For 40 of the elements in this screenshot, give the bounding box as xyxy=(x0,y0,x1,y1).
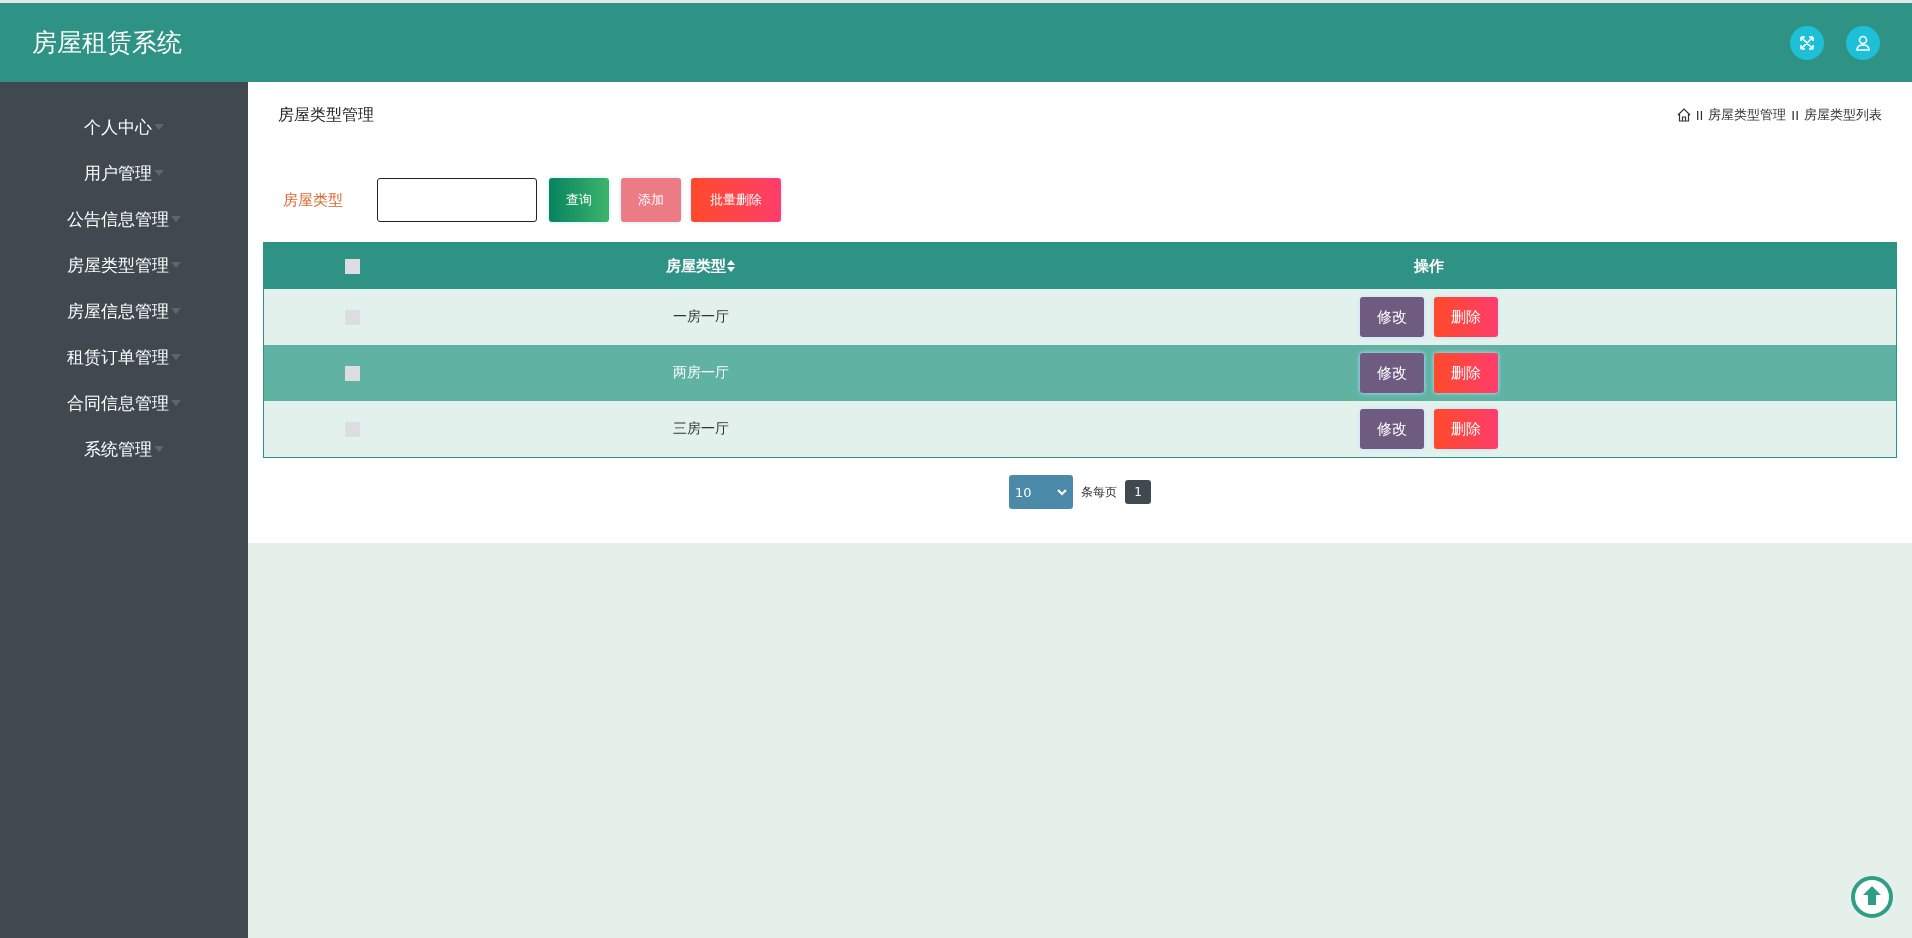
sidebar-item[interactable]: 租赁订单管理 xyxy=(0,334,248,380)
sidebar-item[interactable]: 个人中心 xyxy=(0,104,248,150)
sidebar-item[interactable]: 房屋类型管理 xyxy=(0,242,248,288)
delete-button[interactable]: 删除 xyxy=(1433,409,1498,449)
table-cell: 三房一厅 xyxy=(672,420,729,436)
table-cell: 一房一厅 xyxy=(672,308,729,324)
sidebar-item[interactable]: 公告信息管理 xyxy=(0,196,248,242)
sort-icon[interactable] xyxy=(727,260,735,272)
query-button[interactable]: 查询 xyxy=(549,178,609,222)
breadcrumb-item: II xyxy=(1695,107,1704,123)
delete-button[interactable]: 批量删除 xyxy=(691,178,781,222)
sidebar-item[interactable]: 系统管理 xyxy=(0,426,248,472)
sidebar-item[interactable]: 合同信息管理 xyxy=(0,380,248,426)
select-all-checkbox[interactable] xyxy=(344,259,360,274)
breadcrumb-item: 房屋类型列表 xyxy=(1804,106,1882,124)
delete-button[interactable]: 删除 xyxy=(1433,297,1498,337)
page-button[interactable]: 1 xyxy=(1125,480,1151,504)
search-field[interactable] xyxy=(377,178,537,222)
edit-button[interactable]: 修改 xyxy=(1359,409,1424,449)
row-checkbox[interactable] xyxy=(344,366,360,382)
page-size-select[interactable]: 10 xyxy=(1009,475,1073,509)
chevron-down-icon xyxy=(1057,488,1067,496)
column-header: 操作 xyxy=(1413,256,1444,275)
page-size-label: 条每页 xyxy=(1081,483,1117,501)
app-title: 房屋租赁系统 xyxy=(32,27,183,59)
edit-button[interactable]: 修改 xyxy=(1359,353,1424,393)
user-icon[interactable] xyxy=(1846,25,1880,60)
scroll-top-icon[interactable] xyxy=(1850,875,1894,919)
sidebar-item[interactable]: 用户管理 xyxy=(0,150,248,196)
fullscreen-icon[interactable] xyxy=(1790,25,1824,60)
table-cell: 两房一厅 xyxy=(672,364,729,380)
breadcrumb-item: II xyxy=(1791,107,1799,123)
sidebar-item[interactable]: 房屋信息管理 xyxy=(0,288,248,334)
column-header[interactable]: 房屋类型 xyxy=(666,256,726,276)
home-icon[interactable] xyxy=(1676,108,1691,122)
breadcrumb-item: 房屋类型管理 xyxy=(1708,106,1787,124)
delete-button[interactable]: 删除 xyxy=(1433,353,1498,393)
field-label: 房屋类型 xyxy=(282,190,344,210)
edit-button[interactable]: 修改 xyxy=(1359,297,1424,337)
page-title: 房屋类型管理 xyxy=(278,104,374,126)
